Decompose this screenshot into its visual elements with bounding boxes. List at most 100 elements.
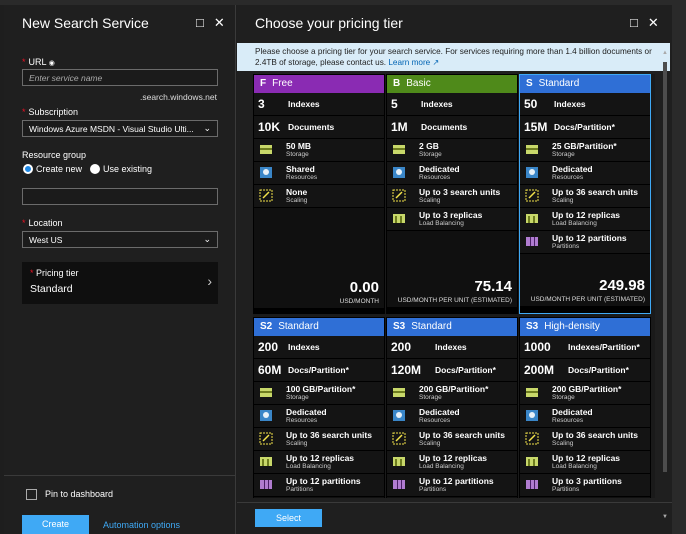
pin-label: Pin to dashboard — [45, 489, 114, 499]
create-button[interactable]: Create — [22, 515, 89, 534]
tier-feature-row: Up to 36 search units Scaling — [520, 185, 650, 208]
tier-price-label: USD/MONTH PER UNIT (ESTIMATED) — [397, 297, 512, 304]
tier-feature-row: Dedicated Resources — [520, 405, 650, 428]
tier-code: S2 — [260, 321, 273, 332]
tier-feature-row: Up to 12 replicas Load Balancing — [387, 451, 517, 474]
chevron-down-icon: ⌄ — [203, 123, 211, 133]
tier-feature-text: Up to 12 replicas Load Balancing — [286, 453, 355, 471]
storage-icon — [392, 143, 406, 156]
storage-icon — [392, 386, 406, 399]
load-balancing-icon — [392, 455, 406, 468]
tier-card-s3-standard[interactable]: S3 Standard 200 Indexes 120M Docs/Partition* 2… — [386, 317, 518, 498]
tier-feature-sub: Storage — [419, 394, 442, 401]
tier-documents-row: 10K Documents — [254, 116, 384, 139]
tier-index-count: 5 — [391, 97, 398, 111]
tier-feature-row: 200 GB/Partition* Storage — [520, 382, 650, 405]
radio-unselected-icon — [90, 164, 100, 174]
subscription-select[interactable]: Windows Azure MSDN - Visual Studio Ulti.… — [22, 120, 218, 137]
tier-feature-sub: Resources — [552, 174, 584, 181]
pricing-tier-selector[interactable]: * Pricing tier Standard › — [22, 262, 218, 304]
scroll-down-icon[interactable]: ▼ — [662, 514, 668, 520]
info-icon[interactable]: ◉ — [49, 60, 55, 67]
tier-feature-sub: Storage — [552, 151, 575, 158]
tier-feature-row: Up to 36 search units Scaling — [254, 428, 384, 451]
chevron-right-icon: › — [207, 273, 212, 289]
automation-options-link[interactable]: Automation options — [103, 520, 180, 530]
tier-feature-row: Up to 12 replicas Load Balancing — [520, 451, 650, 474]
tier-feature-row: Up to 3 partitions Partitions — [520, 474, 650, 497]
tier-index-count: 200 — [391, 340, 412, 354]
pin-checkbox[interactable] — [26, 489, 37, 500]
tier-feature-text: Up to 3 partitions Partitions — [552, 476, 622, 494]
url-suffix: .search.windows.net — [139, 92, 217, 102]
pricing-tier-blade: Choose your pricing tier □ ✕ Please choo… — [237, 5, 672, 534]
resource-group-input[interactable] — [22, 188, 218, 205]
tier-feature-row: Up to 12 partitions Partitions — [387, 474, 517, 497]
tier-feature-row: Dedicated Resources — [387, 405, 517, 428]
load-balancing-icon — [525, 212, 539, 225]
use-existing-radio[interactable]: Use existing — [90, 164, 152, 174]
tier-feature-text: None Scaling — [286, 187, 308, 205]
tier-feature-text: Dedicated Resources — [552, 164, 593, 182]
tier-feature-sub: Resources — [286, 417, 318, 424]
tier-price-area — [520, 497, 650, 498]
partitions-icon — [525, 478, 539, 491]
pricing-tier-value: Standard — [30, 283, 73, 295]
tier-documents-row: 1M Documents — [387, 116, 517, 139]
tier-indexes-row: 200 Indexes — [254, 336, 384, 359]
tier-feature-sub: Scaling — [286, 440, 308, 447]
select-button[interactable]: Select — [255, 509, 322, 527]
tier-feature-text: Up to 36 search units Scaling — [552, 187, 638, 205]
create-new-radio[interactable]: Create new — [23, 164, 82, 174]
tier-feature-sub: Scaling — [552, 197, 574, 204]
tier-card-f-free[interactable]: F Free 3 Indexes 10K Documents 50 MB Storage Sha… — [253, 74, 385, 314]
location-value: West US — [29, 235, 63, 245]
tier-feature-text: Dedicated Resources — [552, 407, 593, 425]
scrollbar-thumb[interactable] — [663, 62, 667, 472]
tier-feature-text: Dedicated Resources — [419, 164, 460, 182]
dedicated-resources-icon — [525, 409, 539, 422]
scroll-up-icon[interactable]: ▲ — [662, 50, 668, 56]
tier-index-label: Indexes/Partition* — [568, 342, 640, 352]
tier-feature-sub: Load Balancing — [419, 220, 464, 227]
external-link-icon: ↗ — [432, 58, 440, 67]
storage-icon — [525, 386, 539, 399]
tier-documents-row: 60M Docs/Partition* — [254, 359, 384, 382]
maximize-icon[interactable]: □ — [630, 15, 638, 31]
blade-title: New Search Service — [22, 15, 149, 31]
tier-feature-text: Dedicated Resources — [286, 407, 327, 425]
tier-card-s-standard[interactable]: S Standard 50 Indexes 15M Docs/Partition* 25 G… — [519, 74, 651, 314]
close-icon[interactable]: ✕ — [648, 15, 659, 31]
tier-document-label: Documents — [421, 122, 468, 132]
learn-more-link[interactable]: Learn more ↗ — [388, 58, 439, 67]
close-icon[interactable]: ✕ — [214, 15, 225, 31]
azure-portal: New Search Service □ ✕ * URL ◉ Enter serv… — [0, 0, 686, 534]
tier-card-b-basic[interactable]: B Basic 5 Indexes 1M Documents 2 GB Storage Dedi… — [386, 74, 518, 314]
tier-feature-text: Dedicated Resources — [419, 407, 460, 425]
tier-grid: F Free 3 Indexes 10K Documents 50 MB Storage Sha… — [253, 74, 655, 498]
tier-feature-text: Shared Resources — [286, 164, 318, 182]
tier-feature-text: 2 GB Storage — [419, 141, 442, 159]
url-input[interactable]: Enter service name — [22, 69, 218, 86]
tier-card-s2-standard[interactable]: S2 Standard 200 Indexes 60M Docs/Partition* 10… — [253, 317, 385, 498]
scaling-icon — [392, 432, 406, 445]
tier-feature-row: Up to 12 replicas Load Balancing — [520, 208, 650, 231]
scrollbar[interactable]: ▲ ▼ — [662, 50, 668, 520]
maximize-icon[interactable]: □ — [196, 15, 204, 31]
pricing-tier-label: * Pricing tier — [30, 268, 79, 278]
tier-index-label: Indexes — [554, 99, 586, 109]
tier-index-label: Indexes — [435, 342, 467, 352]
location-select[interactable]: West US ⌄ — [22, 231, 218, 248]
tier-feature-text: Up to 36 search units Scaling — [552, 430, 638, 448]
dedicated-resources-icon — [392, 166, 406, 179]
tier-feature-text: 200 GB/Partition* Storage — [419, 384, 489, 402]
pricing-tier-label-text: Pricing tier — [36, 268, 79, 278]
tier-feature-row: Up to 12 partitions Partitions — [254, 474, 384, 497]
load-balancing-icon — [525, 455, 539, 468]
blade-title: Choose your pricing tier — [255, 15, 403, 31]
tier-header: S Standard — [520, 75, 650, 93]
tier-feature-row: Shared Resources — [254, 162, 384, 185]
tier-card-s3-high-density[interactable]: S3 High-density 1000 Indexes/Partition* 200M… — [519, 317, 651, 498]
tier-document-label: Docs/Partition* — [435, 365, 496, 375]
url-label: * URL ◉ — [22, 57, 55, 67]
